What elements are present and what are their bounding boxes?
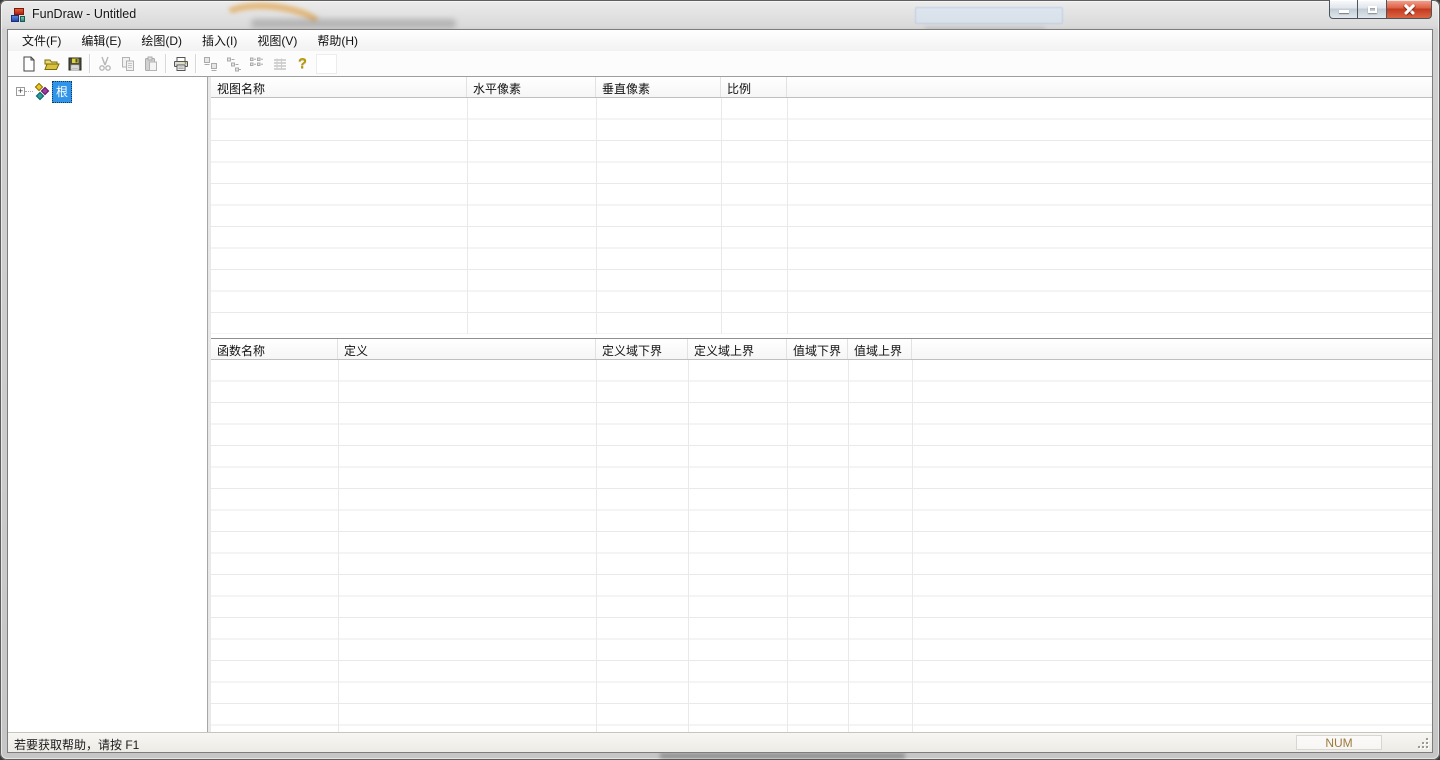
column-gridline bbox=[912, 360, 913, 732]
resize-grip[interactable] bbox=[1416, 736, 1429, 749]
title-bar[interactable]: FunDraw - Untitled bbox=[0, 0, 1440, 29]
client-area: 文件(F) 编辑(E) 绘图(D) 插入(I) 视图(V) 帮助(H) bbox=[7, 29, 1433, 753]
tree-connector bbox=[25, 91, 33, 92]
new-document-icon bbox=[21, 56, 37, 72]
close-button[interactable] bbox=[1386, 0, 1432, 19]
status-bar: 若要获取帮助，请按 F1 NUM bbox=[8, 732, 1432, 752]
toolbar-separator bbox=[165, 54, 166, 73]
menu-bar: 文件(F) 编辑(E) 绘图(D) 插入(I) 视图(V) 帮助(H) bbox=[8, 30, 1432, 51]
window-title: FunDraw - Untitled bbox=[32, 7, 136, 21]
view-details-button[interactable] bbox=[268, 53, 291, 75]
num-lock-indicator: NUM bbox=[1296, 735, 1382, 750]
paste-button[interactable] bbox=[139, 53, 162, 75]
glass-artifact-smudge bbox=[660, 753, 905, 759]
menu-draw[interactable]: 绘图(D) bbox=[131, 29, 192, 52]
status-message: 若要获取帮助，请按 F1 bbox=[14, 736, 139, 753]
view-list-icon bbox=[249, 56, 265, 72]
view-small-icons-button[interactable] bbox=[222, 53, 245, 75]
header-view-name[interactable]: 视图名称 bbox=[211, 77, 467, 97]
save-floppy-icon bbox=[67, 56, 83, 72]
column-gridline bbox=[596, 98, 597, 334]
glass-artifact-smudge bbox=[251, 19, 456, 28]
toolbar: ? bbox=[8, 51, 1432, 76]
column-gridline bbox=[787, 98, 788, 334]
tree-expander-icon[interactable]: + bbox=[16, 87, 25, 96]
help-button[interactable]: ? bbox=[291, 53, 314, 75]
header-cell-filler bbox=[912, 339, 1432, 359]
save-button[interactable] bbox=[63, 53, 86, 75]
fundraw-app-icon bbox=[10, 7, 26, 23]
print-button[interactable] bbox=[169, 53, 192, 75]
functions-table: 函数名称 定义 定义域下界 定义域上界 值域下界 值域上界 bbox=[211, 339, 1432, 732]
view-large-icons-button[interactable] bbox=[199, 53, 222, 75]
glass-artifact-box bbox=[915, 7, 1063, 24]
toolbar-blank-button bbox=[316, 54, 337, 74]
copy-pages-icon bbox=[120, 56, 136, 72]
header-definition[interactable]: 定义 bbox=[338, 339, 596, 359]
main-content: + 根 视图名称 水平像素 垂直像素 比例 bbox=[8, 76, 1432, 732]
minimize-icon bbox=[1339, 10, 1349, 13]
column-gridline bbox=[721, 98, 722, 334]
tree-root-label[interactable]: 根 bbox=[52, 81, 72, 103]
menu-edit[interactable]: 编辑(E) bbox=[71, 29, 131, 52]
header-domain-lower[interactable]: 定义域下界 bbox=[596, 339, 688, 359]
header-range-upper[interactable]: 值域上界 bbox=[848, 339, 912, 359]
new-button[interactable] bbox=[17, 53, 40, 75]
view-large-icons-icon bbox=[203, 56, 219, 72]
open-button[interactable] bbox=[40, 53, 63, 75]
close-icon bbox=[1404, 4, 1415, 15]
header-range-lower[interactable]: 值域下界 bbox=[787, 339, 848, 359]
functions-table-body[interactable] bbox=[211, 360, 1432, 732]
column-gridline bbox=[338, 360, 339, 732]
maximize-icon bbox=[1368, 6, 1377, 13]
header-ratio[interactable]: 比例 bbox=[721, 77, 787, 97]
column-gridline bbox=[467, 98, 468, 334]
view-details-icon bbox=[272, 56, 288, 72]
column-gridline bbox=[688, 360, 689, 732]
minimize-button[interactable] bbox=[1329, 0, 1358, 19]
header-cell-filler bbox=[787, 77, 1432, 97]
tree-root-item[interactable]: + 根 bbox=[16, 83, 207, 100]
header-domain-upper[interactable]: 定义域上界 bbox=[688, 339, 787, 359]
header-horizontal-pixels[interactable]: 水平像素 bbox=[467, 77, 596, 97]
cut-scissors-icon bbox=[97, 56, 113, 72]
header-vertical-pixels[interactable]: 垂直像素 bbox=[596, 77, 721, 97]
toolbar-separator bbox=[195, 54, 196, 73]
tables-area: 视图名称 水平像素 垂直像素 比例 bbox=[211, 77, 1432, 732]
paste-clipboard-icon bbox=[143, 56, 159, 72]
maximize-button[interactable] bbox=[1358, 0, 1386, 19]
column-gridline bbox=[596, 360, 597, 732]
view-small-icons-icon bbox=[226, 56, 242, 72]
print-icon bbox=[173, 56, 189, 72]
views-table: 视图名称 水平像素 垂直像素 比例 bbox=[211, 77, 1432, 334]
column-gridline bbox=[787, 360, 788, 732]
menu-help[interactable]: 帮助(H) bbox=[307, 29, 368, 52]
copy-button[interactable] bbox=[116, 53, 139, 75]
functions-table-header: 函数名称 定义 定义域下界 定义域上界 值域下界 值域上界 bbox=[211, 339, 1432, 360]
column-gridline bbox=[848, 360, 849, 732]
views-table-header: 视图名称 水平像素 垂直像素 比例 bbox=[211, 77, 1432, 98]
views-table-body[interactable] bbox=[211, 98, 1432, 334]
tree-panel[interactable]: + 根 bbox=[8, 77, 208, 732]
toolbar-separator bbox=[89, 54, 90, 73]
menu-view[interactable]: 视图(V) bbox=[247, 29, 307, 52]
header-function-name[interactable]: 函数名称 bbox=[211, 339, 338, 359]
menu-insert[interactable]: 插入(I) bbox=[192, 29, 247, 52]
window-controls bbox=[1329, 0, 1432, 19]
menu-file[interactable]: 文件(F) bbox=[12, 29, 71, 52]
open-folder-icon bbox=[44, 56, 60, 72]
view-list-button[interactable] bbox=[245, 53, 268, 75]
app-window: FunDraw - Untitled 文件(F) 编辑(E) 绘图(D) 插入(… bbox=[0, 0, 1440, 760]
cut-button[interactable] bbox=[93, 53, 116, 75]
help-question-icon: ? bbox=[298, 55, 307, 72]
views-diamond-icon bbox=[33, 84, 49, 100]
